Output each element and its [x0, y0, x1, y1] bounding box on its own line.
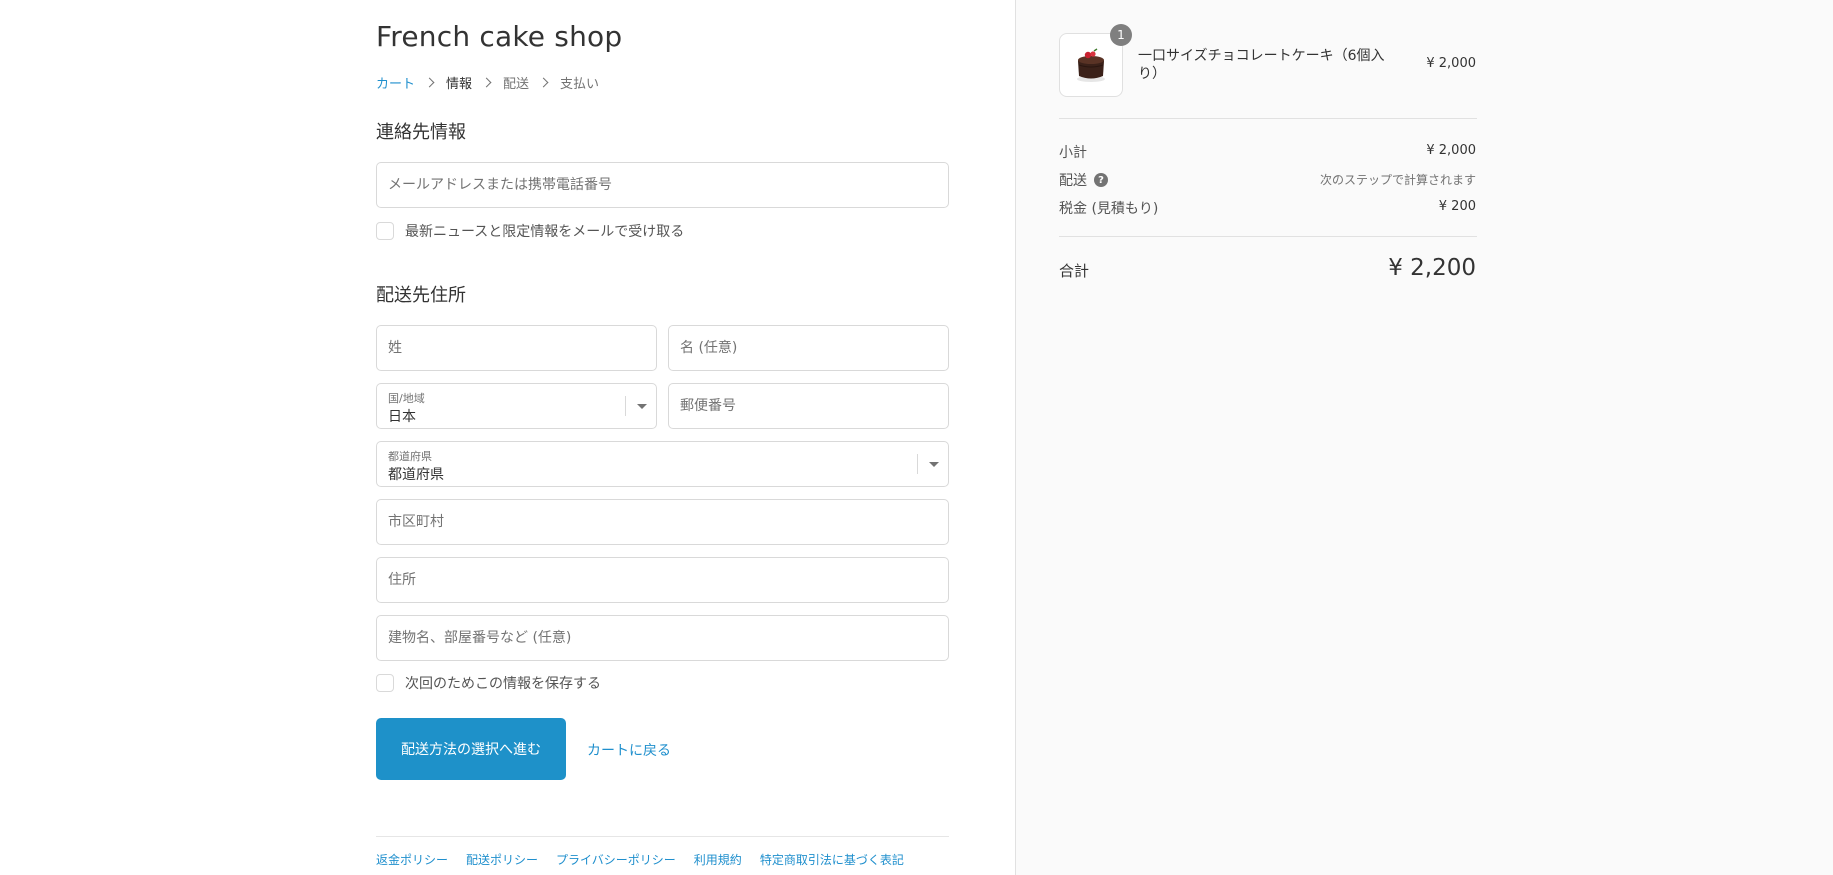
- newsletter-checkbox[interactable]: [376, 222, 394, 240]
- tax-label: 税金 (見積もり): [1059, 201, 1159, 217]
- building-wrapper: [376, 615, 949, 661]
- footer-divider: [376, 836, 949, 837]
- contact-section-title: 連絡先情報: [376, 122, 466, 143]
- prefecture-select[interactable]: 都道府県 都道府県: [376, 441, 949, 487]
- address-wrapper: [376, 557, 949, 603]
- newsletter-row: 最新ニュースと限定情報をメールで受け取る: [376, 221, 684, 241]
- tax-value: ¥ 200: [1438, 199, 1476, 214]
- breadcrumb: カート 情報 配送 支払い: [376, 73, 599, 92]
- total-value: ¥ 2,200: [1388, 255, 1476, 281]
- email-field-wrapper: [376, 162, 949, 208]
- continue-to-shipping-button[interactable]: 配送方法の選択へ進む: [376, 718, 566, 780]
- breadcrumb-information: 情報: [446, 77, 473, 92]
- footer-links: 返金ポリシー 配送ポリシー プライバシーポリシー 利用規約 特定商取引法に基づく…: [376, 851, 904, 868]
- last-name-field[interactable]: [377, 326, 656, 370]
- postal-code-field[interactable]: [669, 384, 948, 428]
- help-icon[interactable]: ?: [1094, 173, 1108, 187]
- last-name-wrapper: [376, 325, 657, 371]
- legal-notice-link[interactable]: 特定商取引法に基づく表記: [760, 851, 904, 868]
- email-field[interactable]: [377, 163, 948, 207]
- shop-title[interactable]: French cake shop: [376, 20, 622, 53]
- refund-policy-link[interactable]: 返金ポリシー: [376, 851, 448, 868]
- breadcrumb-payment: 支払い: [560, 77, 600, 92]
- shipping-cost-label: 配送: [1059, 173, 1087, 189]
- product-name: 一口サイズチョコレートケーキ（6個入り）: [1138, 48, 1385, 82]
- save-info-row: 次回のためこの情報を保存する: [376, 673, 601, 693]
- breadcrumb-shipping: 配送: [503, 77, 530, 92]
- chevron-right-icon: [481, 77, 492, 88]
- select-divider: [917, 454, 918, 474]
- save-info-checkbox[interactable]: [376, 674, 394, 692]
- chevron-down-icon: [637, 404, 647, 409]
- building-field[interactable]: [377, 616, 948, 660]
- chevron-right-icon: [538, 77, 549, 88]
- order-summary-sidebar: [1015, 0, 1833, 875]
- back-to-cart-link[interactable]: カートに戻る: [587, 740, 671, 760]
- chevron-down-icon: [929, 462, 939, 467]
- summary-divider: [1059, 118, 1477, 119]
- total-divider: [1059, 236, 1477, 237]
- quantity-badge: 1: [1110, 24, 1132, 46]
- first-name-field[interactable]: [669, 326, 948, 370]
- country-select[interactable]: 国/地域 日本: [376, 383, 657, 429]
- prefecture-label: 都道府県: [388, 450, 432, 463]
- total-label: 合計: [1059, 262, 1090, 280]
- country-value: 日本: [388, 409, 416, 425]
- product-price: ¥ 2,000: [1426, 56, 1476, 71]
- postal-code-wrapper: [668, 383, 949, 429]
- subtotal-label: 小計: [1059, 145, 1087, 161]
- shipping-policy-link[interactable]: 配送ポリシー: [466, 851, 538, 868]
- country-label: 国/地域: [388, 392, 425, 405]
- shipping-section-title: 配送先住所: [376, 285, 466, 306]
- terms-link[interactable]: 利用規約: [694, 851, 742, 868]
- chocolate-cake-icon: [1077, 48, 1105, 82]
- select-divider: [625, 396, 626, 416]
- address-field[interactable]: [377, 558, 948, 602]
- privacy-policy-link[interactable]: プライバシーポリシー: [556, 851, 676, 868]
- subtotal-value: ¥ 2,000: [1426, 143, 1476, 158]
- shipping-cost-value: 次のステップで計算されます: [1319, 173, 1476, 187]
- city-wrapper: [376, 499, 949, 545]
- breadcrumb-cart[interactable]: カート: [376, 73, 415, 92]
- shipping-cost-row: 配送 ?: [1059, 170, 1108, 190]
- save-info-label[interactable]: 次回のためこの情報を保存する: [405, 673, 601, 693]
- prefecture-value: 都道府県: [388, 467, 444, 483]
- newsletter-label[interactable]: 最新ニュースと限定情報をメールで受け取る: [405, 221, 684, 241]
- city-field[interactable]: [377, 500, 948, 544]
- first-name-wrapper: [668, 325, 949, 371]
- chevron-right-icon: [424, 77, 435, 88]
